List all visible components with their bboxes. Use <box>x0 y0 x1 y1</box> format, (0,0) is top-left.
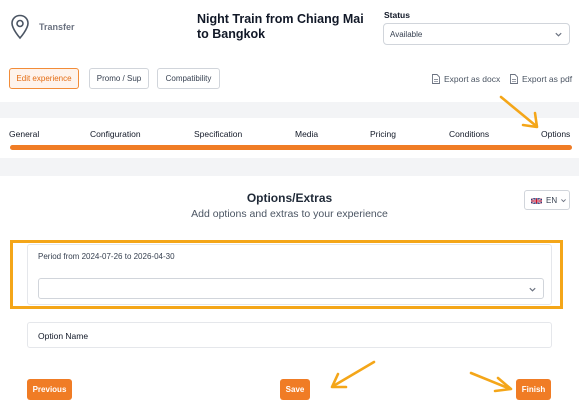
uk-flag-icon <box>531 197 542 205</box>
section-subtitle: Add options and extras to your experienc… <box>191 208 388 220</box>
tab-conditions[interactable]: Conditions <box>449 129 489 139</box>
annotation-arrow-icon <box>499 95 539 129</box>
chevron-down-icon <box>555 32 562 37</box>
language-code: EN <box>546 196 558 205</box>
chevron-down-icon <box>561 199 566 203</box>
status-select[interactable]: Available <box>383 23 570 45</box>
chevron-down-icon <box>529 287 536 292</box>
compatibility-button[interactable]: Compatibility <box>157 68 220 89</box>
document-icon <box>510 74 518 84</box>
option-name-card[interactable]: Option Name <box>27 322 552 348</box>
location-pin-icon <box>11 14 29 40</box>
tab-specification[interactable]: Specification <box>194 129 242 139</box>
period-label: Period from 2024-07-26 to 2026-04-30 <box>38 252 175 261</box>
promo-sup-button[interactable]: Promo / Sup <box>89 68 149 89</box>
status-label: Status <box>384 10 410 20</box>
divider-band <box>0 158 579 176</box>
status-value: Available <box>390 30 423 39</box>
header: Transfer Night Train from Chiang Mai to … <box>0 0 579 60</box>
document-icon <box>432 74 440 84</box>
step-tabs: General Configuration Specification Medi… <box>0 118 579 158</box>
previous-button[interactable]: Previous <box>27 379 72 400</box>
tab-configuration[interactable]: Configuration <box>90 129 141 139</box>
progress-bar <box>10 145 572 150</box>
export-docx-label: Export as docx <box>444 74 501 84</box>
tab-pricing[interactable]: Pricing <box>370 129 396 139</box>
divider-band <box>0 102 579 118</box>
option-name-label: Option Name <box>38 331 89 341</box>
period-card: Period from 2024-07-26 to 2026-04-30 <box>27 244 552 305</box>
export-docx-button[interactable]: Export as docx <box>432 71 500 87</box>
progress-fill <box>10 145 572 150</box>
save-button[interactable]: Save <box>280 379 310 400</box>
export-pdf-label: Export as pdf <box>522 74 573 84</box>
annotation-arrow-icon <box>330 360 376 389</box>
section-title: Options/Extras <box>246 191 333 205</box>
language-select[interactable]: EN <box>524 190 570 210</box>
page-title: Night Train from Chiang Mai to Bangkok <box>197 12 364 41</box>
annotation-arrow-icon <box>469 371 513 393</box>
period-select[interactable] <box>38 278 544 299</box>
finish-button[interactable]: Finish <box>516 379 551 400</box>
tab-general[interactable]: General <box>9 129 39 139</box>
category-label: Transfer <box>39 22 75 32</box>
export-pdf-button[interactable]: Export as pdf <box>510 71 572 87</box>
tab-media[interactable]: Media <box>295 129 318 139</box>
edit-experience-button[interactable]: Edit experience <box>9 68 79 89</box>
